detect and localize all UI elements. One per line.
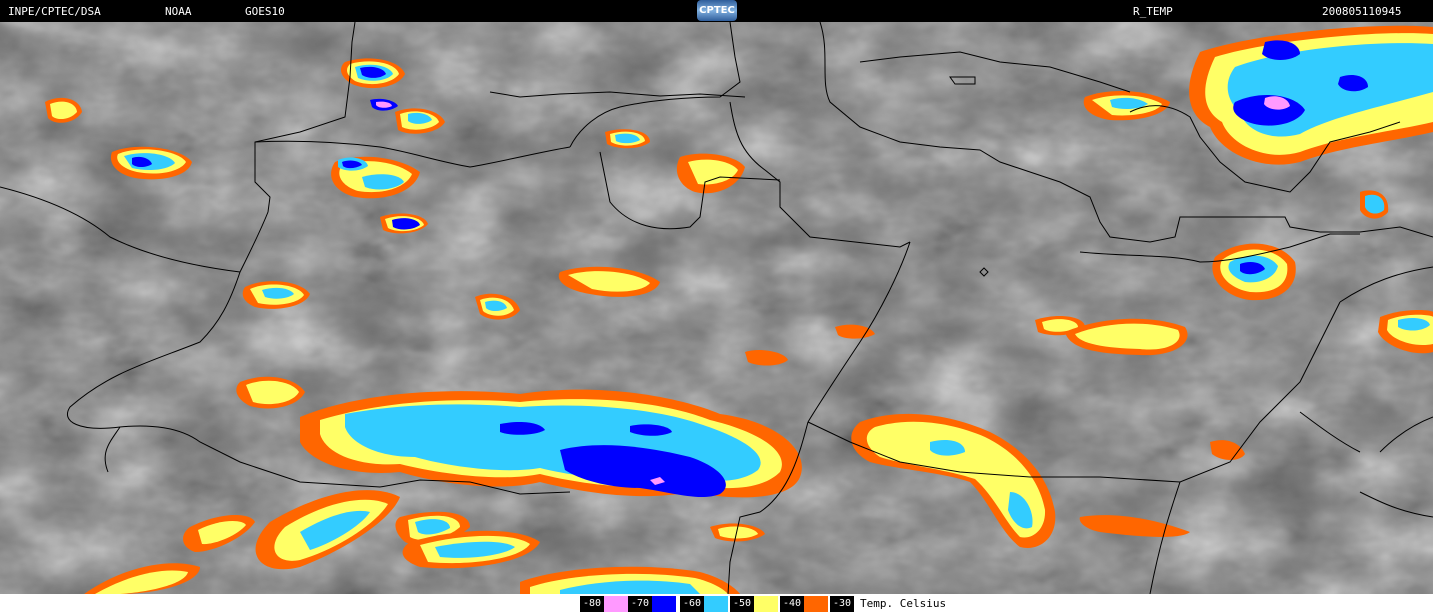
legend-swatch [604,596,628,612]
legend-label: -40 [780,596,804,612]
legend-label: -80 [580,596,604,612]
legend-swatch [652,596,676,612]
institution-label: INPE/CPTEC/DSA [8,5,101,18]
agency-label: NOAA [165,5,192,18]
legend-label: -70 [628,596,652,612]
header-bar: INPE/CPTEC/DSA NOAA GOES10 CPTEC R_TEMP … [0,0,1433,22]
product-label: R_TEMP [1133,5,1173,18]
legend-label: -60 [680,596,704,612]
legend-caption: Temp. Celsius [860,597,947,610]
legend-swatch [754,596,778,612]
timestamp-label: 200805110945 [1322,5,1402,18]
legend-swatch [704,596,728,612]
legend-label: -30 [830,596,854,612]
satellite-ir-image [0,22,1433,594]
legend-label: -50 [730,596,754,612]
temperature-legend: -80 -70 -60 -50 -40 -30 Temp. Celsius [0,594,1433,614]
satellite-label: GOES10 [245,5,285,18]
legend-swatch [804,596,828,612]
cptec-logo: CPTEC [697,0,737,21]
